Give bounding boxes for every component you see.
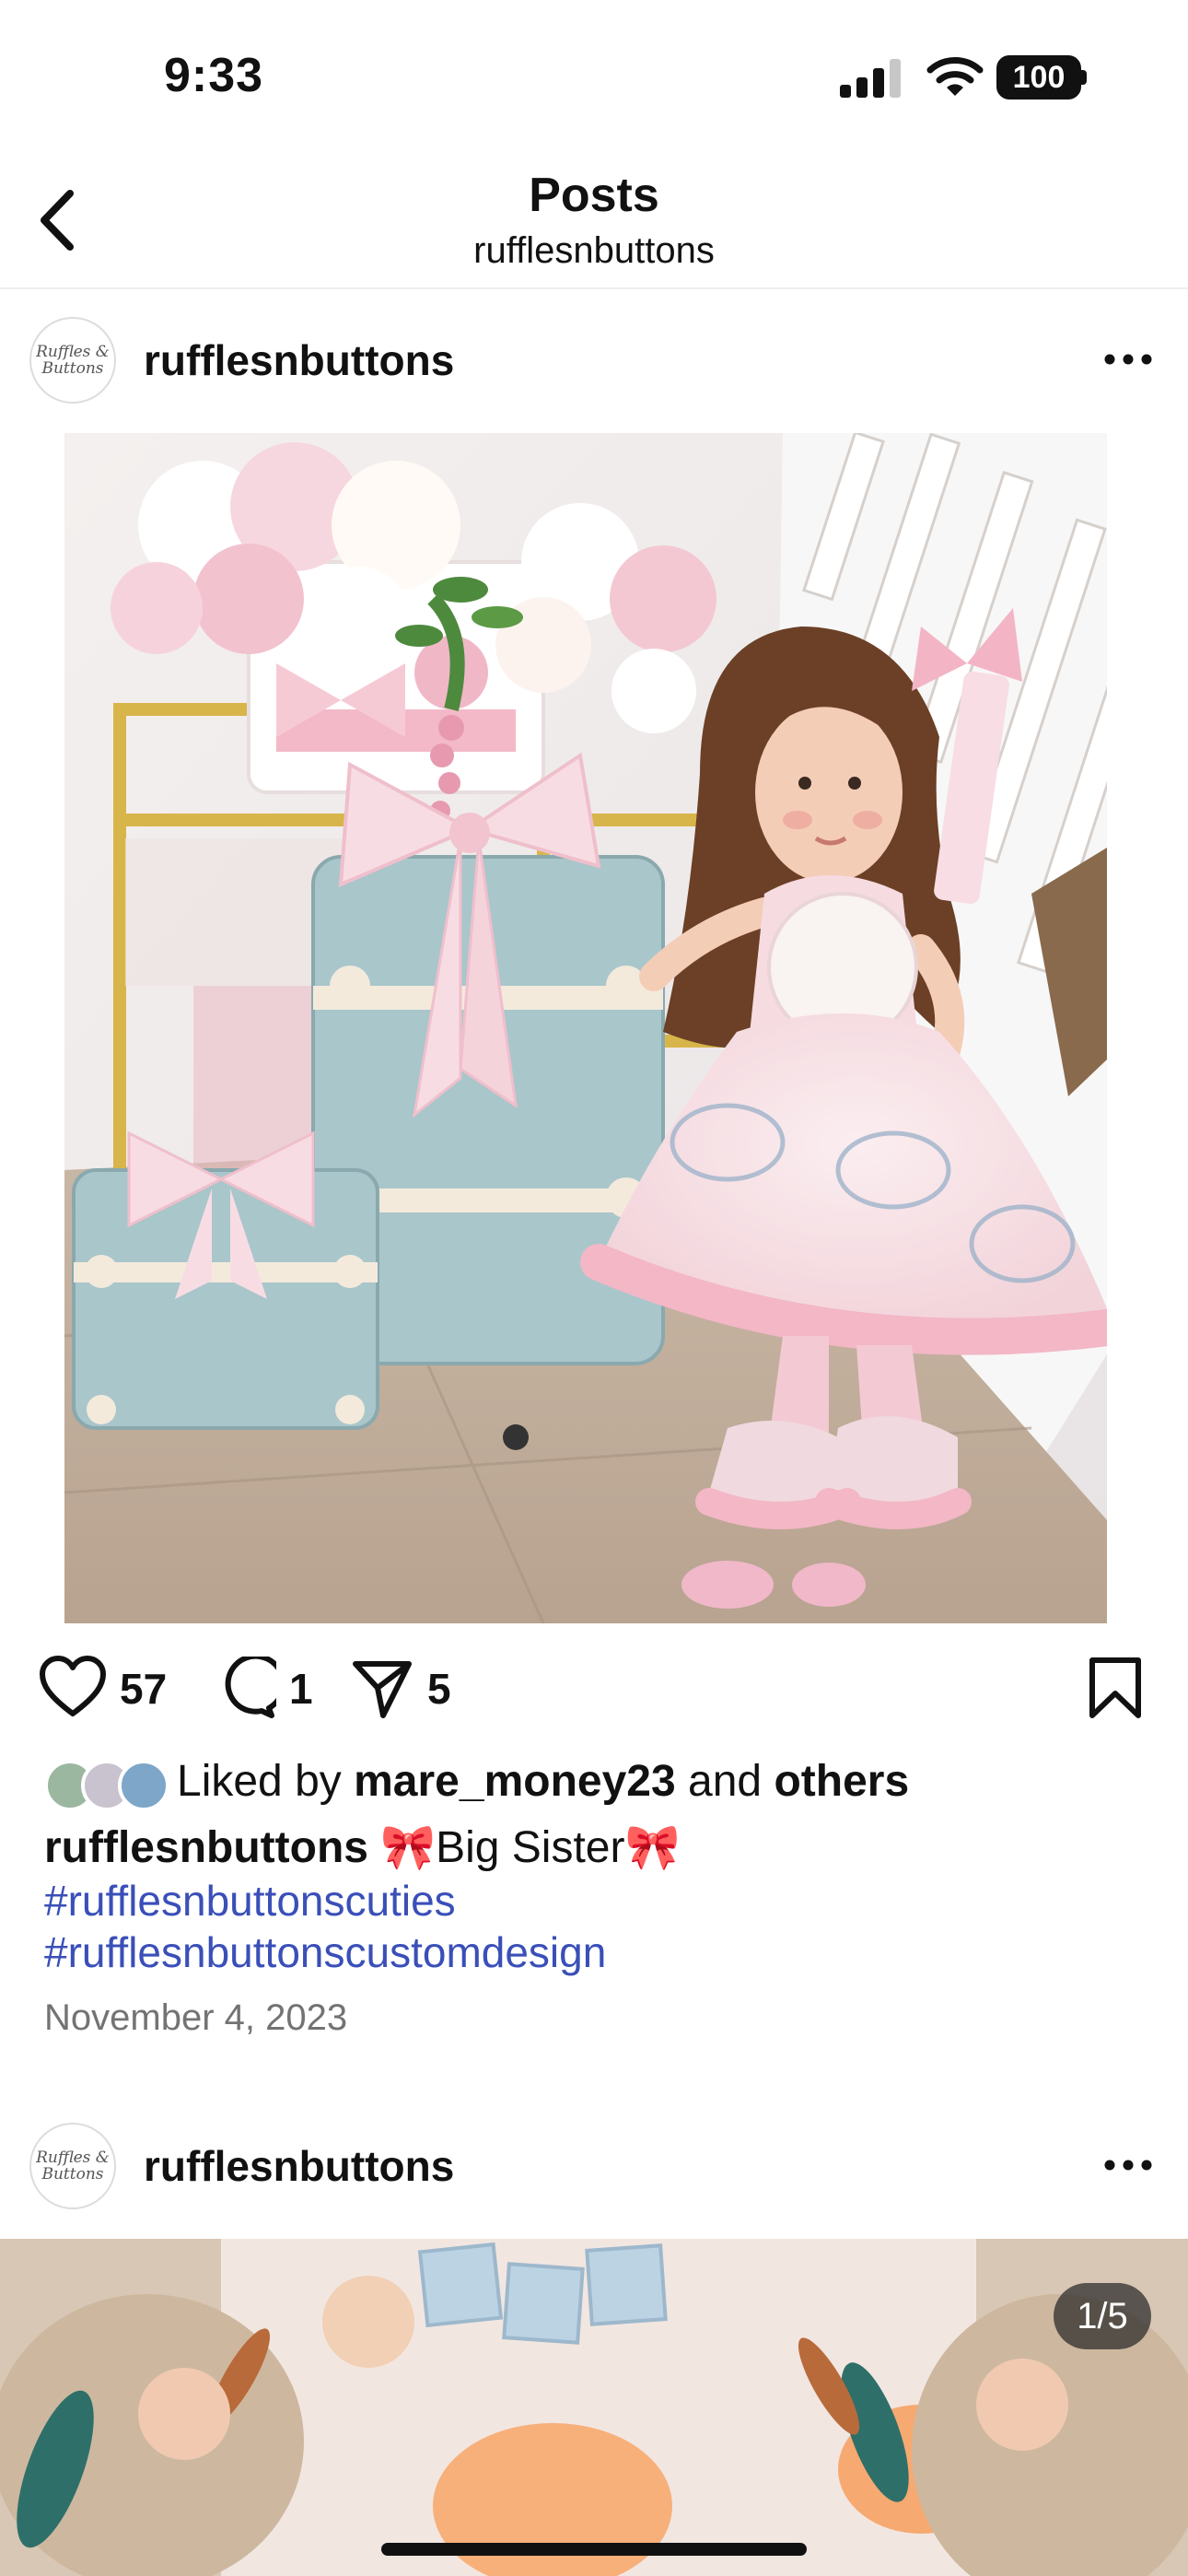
caption: rufflesnbuttons 🎀Big Sister🎀 [44, 1821, 680, 1873]
liked-by-user[interactable]: mare_money23 [354, 1757, 676, 1806]
caption-username[interactable]: rufflesnbuttons [44, 1823, 368, 1872]
more-icon [1104, 2160, 1152, 2171]
caption-text: 🎀Big Sister🎀 [380, 1823, 681, 1872]
bookmark-icon [1089, 1657, 1141, 1718]
avatar[interactable]: Ruffles & Buttons [29, 2123, 116, 2209]
liked-by-avatars[interactable] [44, 1760, 169, 1811]
post-date: November 4, 2023 [44, 1997, 348, 2038]
avatar-logo: Ruffles & Buttons [36, 2149, 110, 2184]
avatar[interactable]: Ruffles & Buttons [29, 317, 116, 404]
header-divider [0, 287, 1188, 289]
home-indicator[interactable] [381, 2543, 807, 2556]
post-image[interactable] [0, 2239, 1188, 2576]
page-title: Posts [529, 169, 659, 222]
heart-icon [40, 1656, 106, 1716]
bookmark-button[interactable] [1089, 1657, 1144, 1719]
battery-level: 100 [1012, 59, 1066, 95]
liked-by-avatar-stack [44, 1760, 169, 1811]
more-options-button[interactable] [1096, 341, 1160, 378]
liked-by-and: and [688, 1757, 763, 1806]
hashtag-link[interactable]: #rufflesnbuttonscustomdesign [44, 1927, 606, 1977]
carousel-counter: 1/5 [1054, 2283, 1151, 2349]
post-image[interactable] [64, 433, 1107, 1623]
battery-icon: 100 [996, 55, 1081, 100]
share-button[interactable] [352, 1658, 413, 1719]
comment-count[interactable]: 1 [289, 1664, 313, 1714]
liked-by-text[interactable]: Liked by mare_money23 and others [177, 1756, 909, 1807]
like-count[interactable]: 57 [120, 1664, 167, 1714]
post-username[interactable]: rufflesnbuttons [144, 2141, 454, 2191]
comment-button[interactable] [214, 1653, 286, 1719]
page-subtitle: rufflesnbuttons [473, 230, 715, 271]
status-time: 9:33 [164, 49, 264, 102]
liked-by-prefix: Liked by [177, 1757, 342, 1806]
wifi-icon [926, 57, 984, 96]
signal-icon [840, 59, 901, 98]
liked-by-others[interactable]: others [774, 1757, 909, 1806]
avatar-logo: Ruffles & Buttons [36, 343, 110, 378]
like-button[interactable] [39, 1655, 107, 1723]
post-photo [0, 2239, 1188, 2576]
share-count[interactable]: 5 [427, 1664, 451, 1714]
more-options-button[interactable] [1096, 2147, 1160, 2184]
battery-tip [1081, 70, 1087, 85]
comment-icon [225, 1653, 286, 1718]
more-icon [1104, 354, 1152, 365]
post-username[interactable]: rufflesnbuttons [144, 335, 454, 385]
share-icon [353, 1661, 412, 1718]
post-photo [64, 433, 1107, 1623]
hashtag-link[interactable]: #rufflesnbuttonscuties [44, 1876, 456, 1926]
